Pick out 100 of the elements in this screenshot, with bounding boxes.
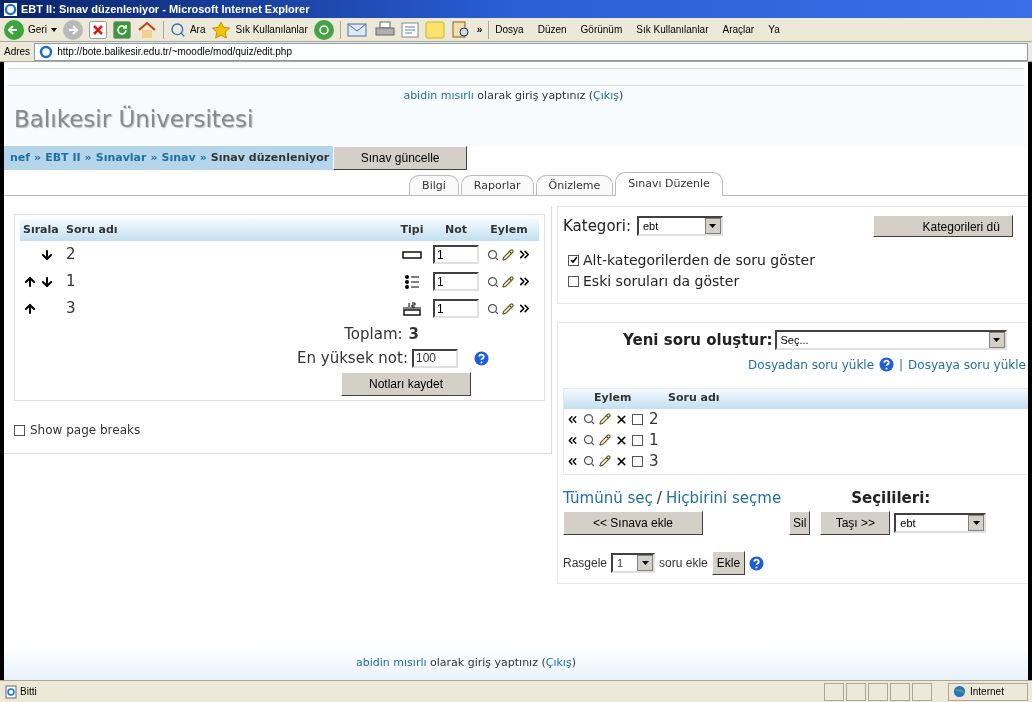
status-pane bbox=[868, 682, 888, 701]
save-grades-button[interactable]: Notları kaydet bbox=[341, 372, 471, 396]
tab[interactable]: Sınavı Düzenle bbox=[615, 172, 723, 196]
status-pane bbox=[890, 682, 910, 701]
research-icon[interactable] bbox=[450, 20, 471, 39]
delete-icon[interactable] bbox=[615, 433, 628, 447]
random-count-select[interactable]: 1 bbox=[611, 553, 656, 573]
menu-item[interactable]: Dosya bbox=[495, 22, 524, 37]
random-label: Rasgele bbox=[563, 555, 608, 572]
question-name: 2 bbox=[66, 244, 77, 266]
help-icon[interactable] bbox=[879, 357, 895, 372]
column-header: Soru adı bbox=[66, 221, 119, 238]
preview-icon[interactable] bbox=[486, 248, 499, 261]
move-down-icon[interactable] bbox=[40, 247, 54, 262]
question-type-select[interactable]: Seç... bbox=[774, 330, 1007, 351]
question-name: 1 bbox=[649, 429, 659, 451]
tab[interactable]: Raporlar bbox=[460, 175, 534, 195]
logout-link[interactable]: Çıkış bbox=[545, 655, 572, 669]
page-icon bbox=[39, 44, 54, 59]
edit-categories-button[interactable]: Kategorileri dü bbox=[872, 215, 1013, 238]
media-icon[interactable] bbox=[313, 19, 334, 40]
search-button[interactable]: Ara bbox=[169, 21, 206, 38]
question-name: 1 bbox=[66, 271, 77, 293]
address-field[interactable]: http://bote.balikesir.edu.tr/~moodle/mod/quiz/edit.php bbox=[34, 42, 1028, 61]
edit-icon[interactable] bbox=[501, 275, 514, 288]
question-checkbox[interactable] bbox=[632, 413, 643, 425]
globe-icon bbox=[953, 685, 966, 698]
help-icon[interactable] bbox=[749, 555, 765, 571]
search-icon bbox=[169, 21, 186, 38]
breadcrumb-separator: » bbox=[150, 149, 158, 166]
export-link[interactable]: Dosyaya soru yükle bbox=[908, 355, 1026, 374]
total-value: 3 bbox=[408, 323, 419, 345]
favorites-button[interactable]: Sık Kullanılanlar bbox=[211, 20, 308, 39]
refresh-icon[interactable] bbox=[112, 20, 131, 39]
column-header: Eylem bbox=[593, 390, 633, 407]
breadcrumb-link[interactable]: Sınav bbox=[161, 149, 196, 167]
question-checkbox[interactable] bbox=[632, 455, 643, 467]
preview-icon[interactable] bbox=[486, 302, 499, 315]
page-breaks-checkbox[interactable] bbox=[14, 424, 25, 436]
question-checkbox[interactable] bbox=[632, 434, 643, 446]
menu-item[interactable]: Görünüm bbox=[580, 22, 623, 37]
mail-icon[interactable] bbox=[346, 21, 369, 38]
printer-icon[interactable] bbox=[374, 20, 395, 39]
toolbar-overflow[interactable]: » bbox=[476, 22, 483, 37]
stop-icon[interactable] bbox=[88, 20, 107, 39]
breadcrumb-link[interactable]: Sınavlar bbox=[95, 149, 147, 167]
import-link[interactable]: Dosyadan soru yükle bbox=[748, 355, 875, 374]
help-icon[interactable] bbox=[474, 350, 489, 366]
max-grade-field[interactable]: 100 bbox=[412, 348, 458, 368]
column-header: Tipi bbox=[399, 221, 425, 238]
category-select[interactable]: ebt bbox=[636, 216, 723, 237]
menu-item[interactable]: Düzen bbox=[537, 22, 567, 37]
preview-icon[interactable] bbox=[583, 413, 595, 425]
move-up-icon[interactable] bbox=[23, 301, 37, 316]
select-none-link[interactable]: Hiçbirini seçme bbox=[665, 486, 782, 509]
move-target-select[interactable]: ebt bbox=[894, 513, 987, 533]
checkbox-label: Show page breaks bbox=[30, 422, 141, 439]
edit-icon[interactable] bbox=[599, 434, 611, 446]
menu-item[interactable]: Sık Kullanılanlar bbox=[636, 22, 709, 37]
breadcrumb-link[interactable]: EBT II bbox=[45, 149, 81, 167]
login-status-text: abidin mısırlı olarak giriş yaptınız (Çıkış) bbox=[403, 88, 624, 104]
grade-field[interactable]: 1 bbox=[433, 272, 479, 291]
add-random-button[interactable]: Ekle bbox=[711, 551, 746, 575]
add-to-quiz-button[interactable]: << Sınava ekle bbox=[563, 511, 703, 535]
edit-icon[interactable] bbox=[599, 455, 611, 467]
column-header: Eylem bbox=[489, 221, 529, 238]
grade-field[interactable]: 1 bbox=[433, 245, 479, 264]
preview-icon[interactable] bbox=[583, 455, 595, 467]
column-header: Sırala bbox=[22, 221, 60, 238]
option-checkbox[interactable] bbox=[568, 275, 579, 287]
back-button[interactable]: Geri bbox=[4, 19, 57, 40]
move-up-icon[interactable] bbox=[23, 274, 37, 289]
user-link[interactable]: abidin mısırlı bbox=[403, 89, 474, 102]
select-all-link[interactable]: Tümünü seç bbox=[563, 486, 653, 509]
home-icon[interactable] bbox=[136, 20, 157, 39]
grade-field[interactable]: 1 bbox=[433, 299, 479, 318]
edit-icon[interactable] bbox=[599, 413, 611, 425]
breadcrumb-link[interactable]: nef bbox=[10, 149, 31, 167]
edit-icon[interactable] bbox=[501, 248, 514, 261]
question-name: 2 bbox=[649, 408, 659, 430]
link-separator: / bbox=[656, 487, 662, 509]
preview-icon[interactable] bbox=[486, 275, 499, 288]
tab[interactable]: Önizleme bbox=[535, 175, 614, 195]
status-pane bbox=[846, 682, 866, 701]
tab[interactable]: Bilgi bbox=[409, 175, 459, 195]
update-quiz-button[interactable]: Sınav güncelle bbox=[333, 146, 468, 170]
delete-icon[interactable] bbox=[615, 454, 628, 468]
edit-icon[interactable] bbox=[501, 302, 514, 315]
delete-button[interactable]: Sil bbox=[789, 511, 811, 535]
option-checkbox[interactable] bbox=[568, 254, 579, 266]
menu-item[interactable]: Ya bbox=[768, 22, 780, 37]
user-link[interactable]: abidin mısırlı bbox=[356, 655, 427, 669]
menu-item[interactable]: Araçlar bbox=[722, 22, 755, 37]
status-pane bbox=[824, 682, 844, 701]
move-button[interactable]: Taşı >> bbox=[820, 511, 891, 535]
delete-icon[interactable] bbox=[615, 412, 628, 426]
logout-link[interactable]: Çıkış bbox=[593, 89, 619, 102]
login-status-text: abidin mısırlı olarak giriş yaptınız (Çıkış) bbox=[356, 654, 576, 671]
preview-icon[interactable] bbox=[583, 434, 595, 446]
move-down-icon[interactable] bbox=[40, 274, 54, 289]
